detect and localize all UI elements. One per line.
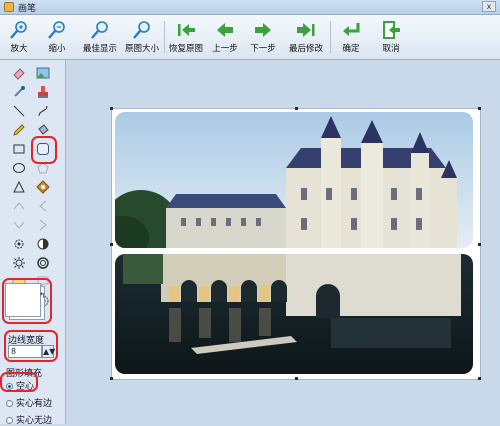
restore-icon	[178, 24, 195, 36]
fill-option-label: 实心无边	[16, 416, 53, 426]
resize-handle[interactable]	[478, 377, 481, 380]
resize-handle[interactable]	[478, 107, 481, 110]
zoom-out-label: 缩小	[48, 44, 66, 54]
fill-bucket-icon[interactable]	[36, 123, 50, 137]
ellipse-icon[interactable]	[12, 161, 26, 175]
diamond-icon[interactable]	[36, 180, 50, 194]
zoom-in-icon	[10, 21, 27, 39]
zoom-in-label: 放大	[10, 44, 28, 54]
app-icon	[4, 2, 14, 12]
half-circle-icon[interactable]	[36, 237, 50, 251]
toolbar-separator	[164, 21, 165, 53]
castle-photo	[115, 112, 473, 374]
resize-handle[interactable]	[110, 377, 113, 380]
canvas-area	[66, 60, 500, 424]
triangle-icon[interactable]	[12, 180, 26, 194]
line-icon[interactable]	[12, 104, 26, 118]
toolbar-separator	[330, 21, 331, 53]
resize-handle[interactable]	[110, 107, 113, 110]
sun-icon[interactable]	[12, 256, 26, 270]
highlight-color-swatch	[2, 278, 52, 324]
last-edit-icon	[297, 23, 315, 37]
radio-icon	[6, 400, 13, 407]
arrow-up-icon[interactable]	[12, 199, 26, 213]
resize-handle[interactable]	[295, 377, 298, 380]
confirm-icon	[343, 23, 360, 36]
highlight-hollow-option	[0, 372, 38, 392]
redo-label: 下一步	[250, 44, 276, 54]
undo-label: 上一步	[212, 44, 238, 54]
redo-icon	[255, 23, 271, 37]
last-edit-button[interactable]: 最后修改	[284, 18, 328, 56]
best-fit-label: 最佳显示	[82, 44, 117, 54]
rectangle-icon[interactable]	[12, 142, 26, 156]
gear-icon[interactable]	[12, 237, 26, 251]
fill-option-solid-border[interactable]: 实心有边	[6, 396, 52, 409]
eyedropper-icon[interactable]	[12, 85, 26, 99]
arrow-down-icon[interactable]	[36, 218, 50, 232]
restore-label: 恢复原图	[168, 44, 203, 54]
curve-icon[interactable]	[36, 104, 50, 118]
undo-button[interactable]: 上一步	[208, 18, 242, 56]
resize-handle[interactable]	[295, 107, 298, 110]
resize-handle[interactable]	[110, 243, 113, 246]
original-size-button[interactable]: 原图大小	[122, 18, 162, 56]
stamp-icon[interactable]	[36, 85, 50, 99]
drawing-canvas[interactable]	[110, 107, 481, 380]
fill-option-solid-noborder[interactable]: 实心无边	[6, 413, 52, 426]
undo-icon	[217, 23, 233, 37]
last-edit-label: 最后修改	[288, 44, 323, 54]
resize-handle[interactable]	[478, 243, 481, 246]
original-size-icon	[133, 21, 150, 39]
eraser-icon[interactable]	[12, 66, 26, 80]
best-fit-button[interactable]: 最佳显示	[80, 18, 120, 56]
ring-icon[interactable]	[36, 256, 50, 270]
window-title: 画笔	[18, 4, 37, 14]
confirm-button[interactable]: 确定	[334, 18, 368, 56]
zoom-in-button[interactable]: 放大	[2, 18, 36, 56]
tool-panel: ↰ 边线宽度 8 ▲▼ 图形填充 空心 实心有边 实心无边	[0, 60, 66, 426]
arrow-right-icon[interactable]	[12, 218, 26, 232]
cancel-button[interactable]: 取消	[374, 18, 408, 56]
close-button[interactable]: x	[482, 1, 496, 12]
pencil-icon[interactable]	[12, 123, 26, 137]
radio-icon	[6, 417, 13, 424]
cancel-label: 取消	[382, 44, 400, 54]
original-size-label: 原图大小	[124, 44, 159, 54]
restore-button[interactable]: 恢复原图	[166, 18, 206, 56]
title-bar: 画笔 x	[0, 0, 500, 15]
toolbar: 放大 缩小 最佳显示 原图大小 恢复原图 上一步 下一步 最后修改 确定 取消	[0, 15, 500, 60]
best-fit-icon	[91, 21, 108, 39]
zoom-out-icon	[48, 21, 65, 39]
arrow-left-icon[interactable]	[36, 199, 50, 213]
zoom-out-button[interactable]: 缩小	[40, 18, 74, 56]
confirm-label: 确定	[342, 44, 360, 54]
fill-option-label: 实心有边	[16, 399, 53, 409]
cancel-icon	[383, 21, 400, 39]
highlight-rounded-rect-tool	[31, 136, 57, 164]
redo-button[interactable]: 下一步	[246, 18, 280, 56]
highlight-border-width	[4, 330, 58, 362]
picture-icon[interactable]	[36, 66, 50, 80]
